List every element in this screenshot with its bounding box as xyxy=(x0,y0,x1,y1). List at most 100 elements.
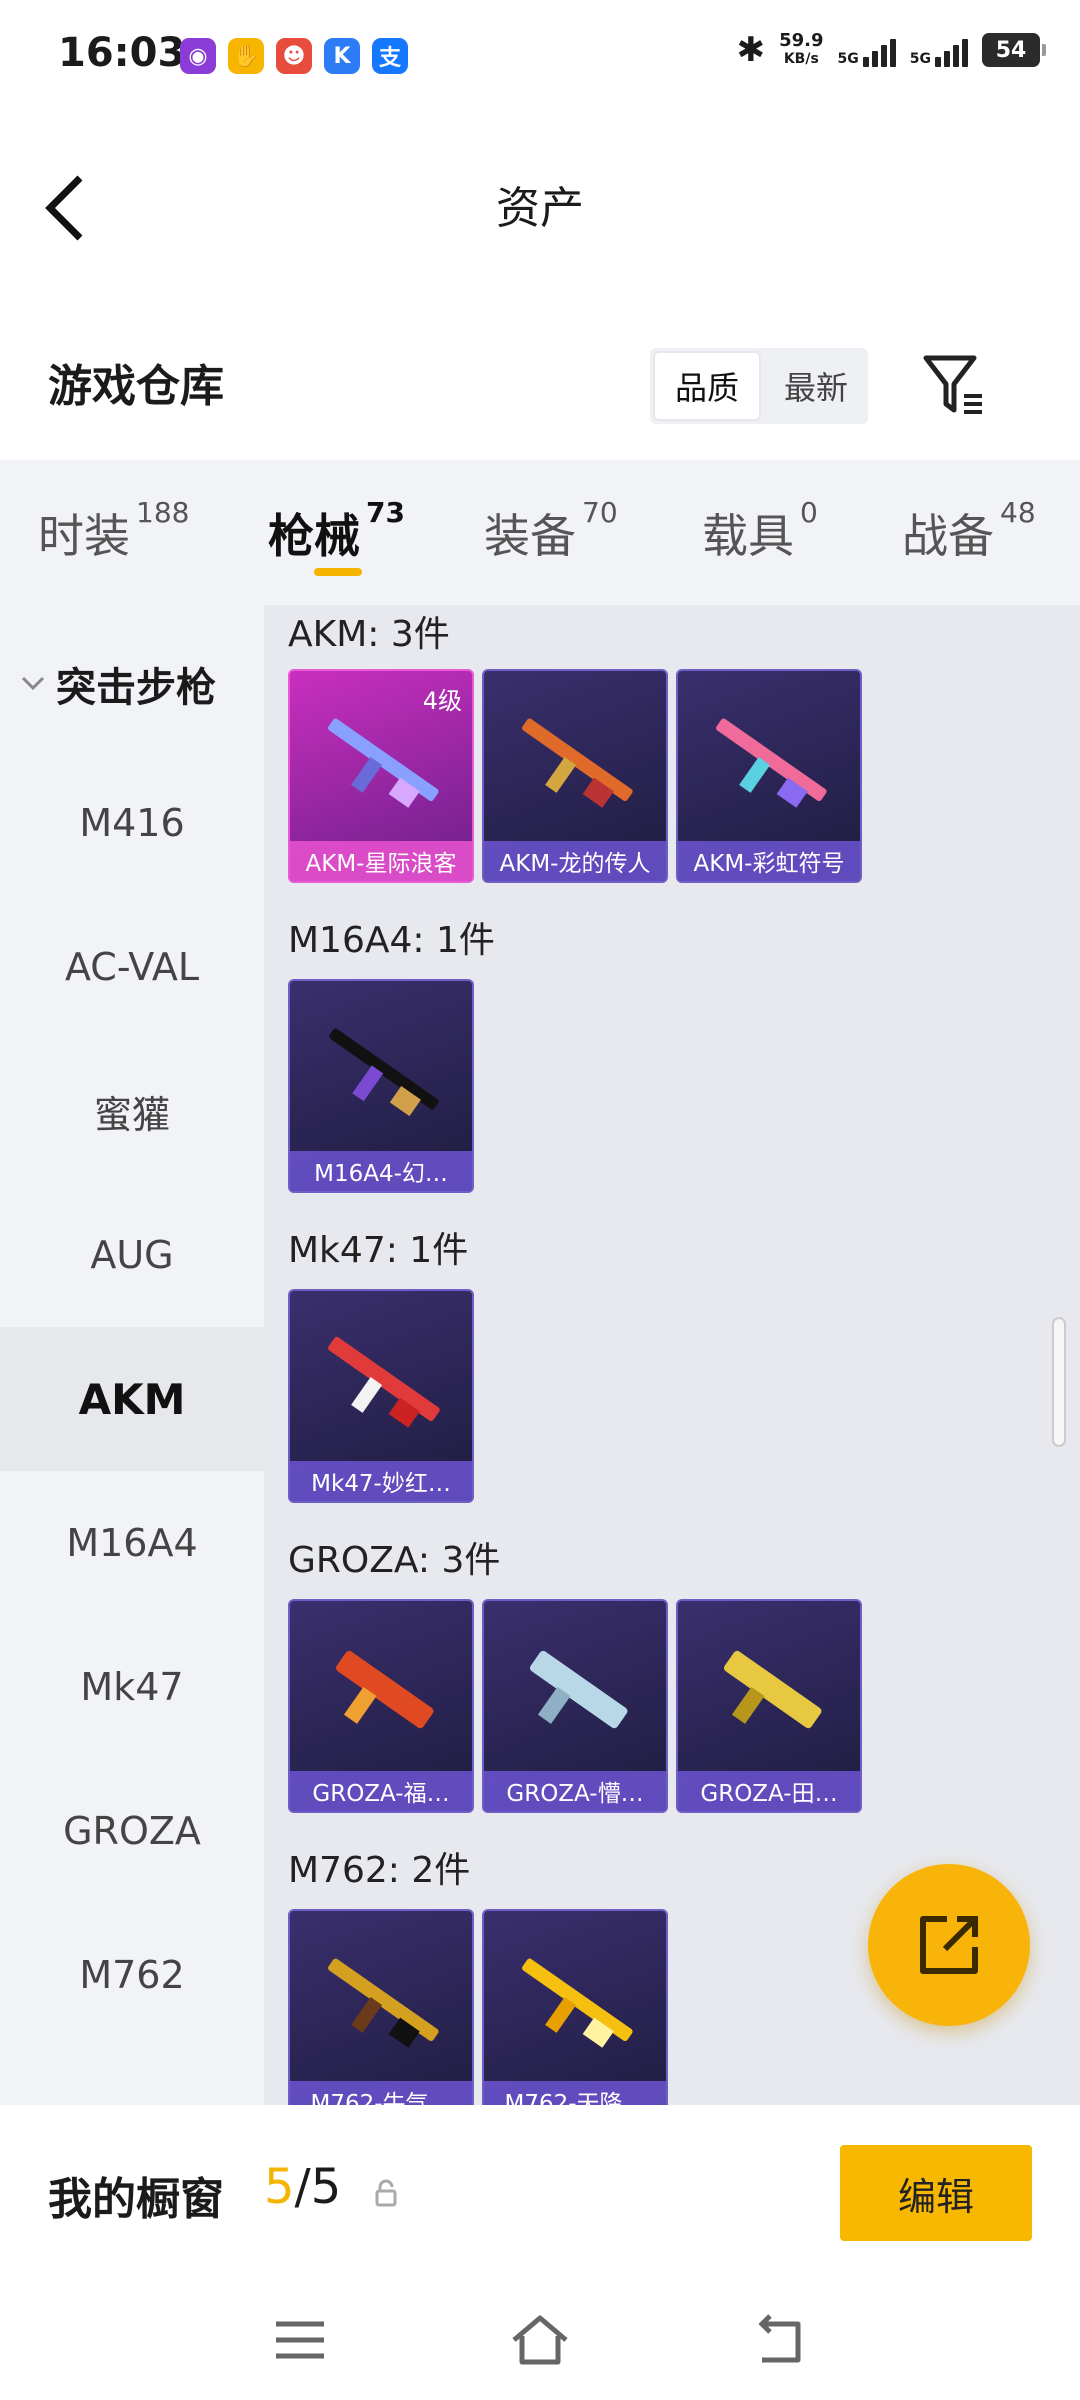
tab-count: 188 xyxy=(136,496,190,529)
card-name: GROZA-福… xyxy=(290,1771,472,1811)
tab-count: 73 xyxy=(366,496,405,529)
group-label: M16A4: 1件 xyxy=(288,920,495,961)
group-label: M762: 2件 xyxy=(288,1850,471,1891)
tab-guns[interactable]: 枪械 73 xyxy=(268,496,405,566)
rifle-icon xyxy=(328,1336,440,1428)
sort-toggle: 品质 最新 xyxy=(650,348,868,424)
net-speed: 59.9 xyxy=(779,30,824,51)
category-tabs: 时装 188 枪械 73 装备 70 载具 0 战备 48 xyxy=(0,460,1080,605)
sidebar-item-ac-val[interactable]: AC-VAL xyxy=(0,895,264,1039)
tab-count: 48 xyxy=(1000,496,1036,529)
card-name: M16A4-幻… xyxy=(290,1151,472,1191)
rifle-icon xyxy=(329,1028,439,1117)
chevron-down-icon xyxy=(21,676,45,691)
card-name: AKM-彩虹符号 xyxy=(678,841,860,881)
warehouse-title: 游戏仓库 xyxy=(48,361,224,412)
app1-icon: ◉ xyxy=(180,38,216,74)
group-label: Mk47: 1件 xyxy=(288,1230,469,1271)
weapon-card[interactable]: AKM-龙的传人 xyxy=(482,669,668,883)
showcase-count-total: 5 xyxy=(310,2159,342,2215)
rifle-icon xyxy=(522,1958,633,2048)
rifle-icon xyxy=(335,1650,434,1729)
tab-supplies[interactable]: 战备 48 xyxy=(902,496,1036,566)
rifle-icon xyxy=(328,1958,439,2048)
card-name: AKM-星际浪客 xyxy=(290,841,472,881)
tab-label: 装备 xyxy=(484,509,576,563)
showcase-count-sep: / xyxy=(294,2159,311,2215)
lock-icon xyxy=(375,2179,397,2207)
signal-label-1: 5G xyxy=(837,51,859,67)
sidebar-category[interactable]: 突击步枪 xyxy=(20,655,216,713)
showcase-count: 5/5 xyxy=(264,2159,341,2215)
share-icon xyxy=(920,1916,978,1974)
rifle-icon xyxy=(529,1650,628,1729)
weapon-card[interactable]: GROZA-懵… xyxy=(482,1599,668,1813)
group-label: AKM: 3件 xyxy=(288,614,450,655)
weapon-card[interactable]: GROZA-福… xyxy=(288,1599,474,1813)
sidebar-item-m416[interactable]: M416 xyxy=(0,751,264,895)
sidebar-item-honey-badger[interactable]: 蜜獾 xyxy=(0,1039,264,1183)
weapon-card[interactable]: AKM-彩虹符号 xyxy=(676,669,862,883)
signal-icon xyxy=(862,33,896,67)
home-nav-icon[interactable] xyxy=(510,2310,570,2370)
tab-indicator xyxy=(314,568,362,576)
tab-count: 0 xyxy=(800,496,818,529)
sort-quality-button[interactable]: 品质 xyxy=(653,351,761,421)
card-name: AKM-龙的传人 xyxy=(484,841,666,881)
rifle-icon xyxy=(716,718,827,808)
sidebar-item-m762[interactable]: M762 xyxy=(0,1903,264,2047)
card-name: M762-天降… xyxy=(484,2081,666,2105)
sidebar-item-aug[interactable]: AUG xyxy=(0,1183,264,1327)
app-header: 资产 xyxy=(0,110,1080,290)
tab-label: 时装 xyxy=(38,509,130,563)
tab-label: 枪械 xyxy=(268,509,360,563)
battery-icon: 54 xyxy=(982,33,1046,67)
tab-count: 70 xyxy=(582,496,618,529)
tab-label: 战备 xyxy=(902,509,994,563)
tab-equipment[interactable]: 装备 70 xyxy=(484,496,618,566)
alipay-icon: 支 xyxy=(372,38,408,74)
weapon-card[interactable]: M762-牛气… xyxy=(288,1909,474,2105)
weapon-sidebar: 突击步枪 M416 AC-VAL 蜜獾 AUG AKM M16A4 Mk47 G… xyxy=(0,605,264,2105)
status-bar: 16:03 ◉ ✋ ☻ K 支 ✱ 59.9 KB/s 5G 5G 54 xyxy=(0,0,1080,110)
sidebar-item-groza[interactable]: GROZA xyxy=(0,1759,264,1903)
weapon-card[interactable]: GROZA-田… xyxy=(676,1599,862,1813)
sidebar-item-mk47[interactable]: Mk47 xyxy=(0,1615,264,1759)
app3-icon: ☻ xyxy=(276,38,312,74)
back-nav-icon[interactable] xyxy=(750,2310,810,2370)
app2-icon: ✋ xyxy=(228,38,264,74)
bluetooth-icon: ✱ xyxy=(736,30,766,70)
weapon-card[interactable]: M16A4-幻… xyxy=(288,979,474,1193)
sidebar-category-label: 突击步枪 xyxy=(56,665,216,711)
rifle-icon xyxy=(723,1650,822,1729)
filter-icon xyxy=(923,355,982,414)
sidebar-item-akm[interactable]: AKM xyxy=(0,1327,264,1471)
tab-label: 载具 xyxy=(702,509,794,563)
card-name: GROZA-田… xyxy=(678,1771,860,1811)
scrollbar-thumb[interactable] xyxy=(1052,1317,1066,1447)
rifle-icon xyxy=(522,718,633,808)
status-time: 16:03 xyxy=(58,30,186,76)
share-fab-button[interactable] xyxy=(868,1864,1030,2026)
card-name: Mk47-妙红… xyxy=(290,1461,472,1501)
tab-fashion[interactable]: 时装 188 xyxy=(38,496,189,566)
edit-button[interactable]: 编辑 xyxy=(840,2145,1032,2241)
tab-vehicles[interactable]: 载具 0 xyxy=(702,496,818,566)
showcase-label: 我的橱窗 xyxy=(48,2174,224,2225)
card-name: M762-牛气… xyxy=(290,2081,472,2105)
net-unit: KB/s xyxy=(783,51,819,67)
menu-nav-icon[interactable] xyxy=(270,2310,330,2370)
sort-latest-button[interactable]: 最新 xyxy=(764,348,868,424)
weapon-card[interactable]: 4级 AKM-星际浪客 xyxy=(288,669,474,883)
filter-button[interactable] xyxy=(920,350,990,420)
warehouse-header: 游戏仓库 品质 最新 xyxy=(0,290,1080,460)
signal-label-2: 5G xyxy=(909,51,931,67)
group-label: GROZA: 3件 xyxy=(288,1540,501,1581)
signal-icon xyxy=(935,33,968,67)
page-title: 资产 xyxy=(496,183,584,234)
sidebar-item-m16a4[interactable]: M16A4 xyxy=(0,1471,264,1615)
showcase-count-current: 5 xyxy=(264,2159,295,2215)
weapon-card[interactable]: Mk47-妙红… xyxy=(288,1289,474,1503)
card-name: GROZA-懵… xyxy=(484,1771,666,1811)
weapon-card[interactable]: M762-天降… xyxy=(482,1909,668,2105)
